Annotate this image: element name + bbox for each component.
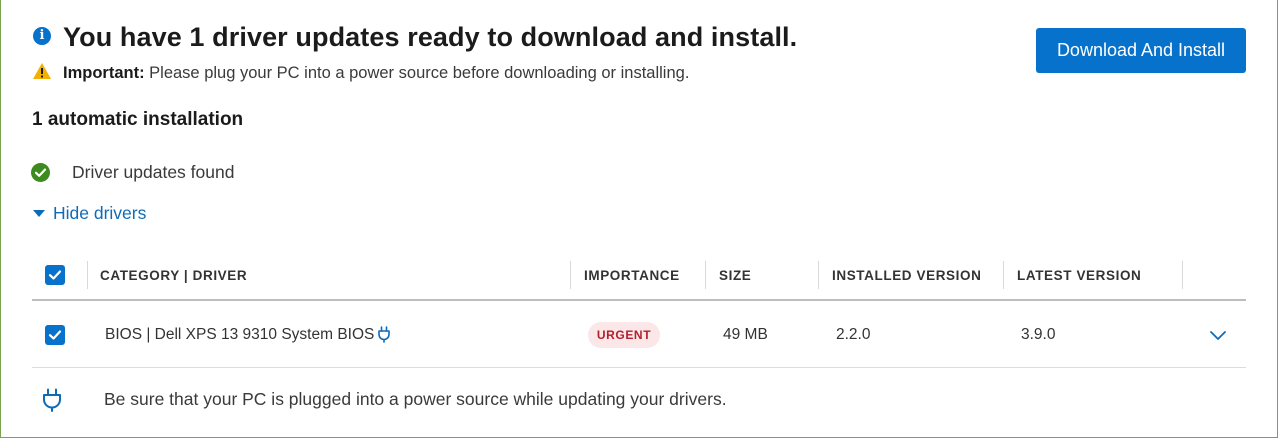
column-divider bbox=[570, 261, 571, 289]
column-header-latest-version: LATEST VERSION bbox=[1017, 268, 1142, 283]
important-text: Please plug your PC into a power source … bbox=[144, 64, 690, 82]
chevron-down-icon[interactable] bbox=[1209, 328, 1227, 342]
power-note: Be sure that your PC is plugged into a p… bbox=[104, 389, 727, 409]
column-header-size: SIZE bbox=[719, 268, 752, 283]
column-divider bbox=[1003, 261, 1004, 289]
driver-name: BIOS | Dell XPS 13 9310 System BIOS bbox=[105, 326, 375, 343]
section-title: 1 automatic installation bbox=[32, 109, 244, 130]
row-checkbox[interactable] bbox=[45, 325, 65, 345]
column-divider bbox=[87, 261, 88, 289]
download-and-install-button[interactable]: Download And Install bbox=[1036, 28, 1246, 73]
hide-drivers-label: Hide drivers bbox=[53, 203, 147, 223]
row-divider bbox=[32, 367, 1246, 368]
table-header-divider bbox=[32, 299, 1246, 301]
select-all-checkbox[interactable] bbox=[45, 265, 65, 285]
status-text: Driver updates found bbox=[72, 162, 235, 182]
warning-icon bbox=[33, 63, 51, 79]
important-label: Important: bbox=[63, 64, 145, 82]
caret-down-icon bbox=[33, 210, 45, 217]
column-header-category: CATEGORY | DRIVER bbox=[100, 268, 248, 283]
hide-drivers-link[interactable]: Hide drivers bbox=[33, 203, 146, 224]
power-warning: Important: Please plug your PC into a po… bbox=[63, 64, 689, 83]
info-icon: i bbox=[33, 27, 51, 45]
page-title: You have 1 driver updates ready to downl… bbox=[63, 22, 798, 52]
latest-version: 3.9.0 bbox=[1021, 326, 1056, 343]
plug-icon bbox=[378, 326, 390, 343]
checkmark-icon bbox=[48, 330, 62, 340]
column-header-importance: IMPORTANCE bbox=[584, 268, 680, 283]
driver-size: 49 MB bbox=[723, 326, 768, 343]
plug-icon bbox=[43, 388, 61, 412]
column-divider bbox=[818, 261, 819, 289]
column-header-installed-version: INSTALLED VERSION bbox=[832, 268, 982, 283]
check-circle-icon bbox=[31, 163, 50, 182]
installed-version: 2.2.0 bbox=[836, 326, 871, 343]
column-divider bbox=[705, 261, 706, 289]
checkmark-icon bbox=[48, 270, 62, 280]
column-divider bbox=[1182, 261, 1183, 289]
importance-badge: URGENT bbox=[588, 322, 660, 348]
